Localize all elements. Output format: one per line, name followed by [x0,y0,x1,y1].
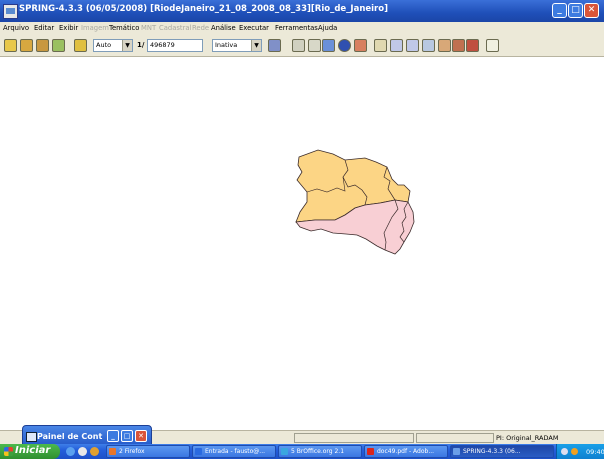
menu-mnt[interactable]: MNT [141,24,156,32]
media-icon[interactable] [90,447,99,456]
menu-ajuda[interactable]: Ajuda [318,24,337,32]
state-select-value: Inativa [215,41,238,49]
taskbar-mail[interactable]: Entrada - fausto@... [192,445,276,458]
ie-icon[interactable] [66,447,75,456]
toolbar: Auto ▼ 1/ 496879 Inativa ▼ [0,36,604,57]
view-toggle-icon[interactable] [292,39,305,52]
pi-status-label: PI: Original_RADAM [496,434,559,442]
maximize-button[interactable]: □ [568,3,583,18]
taskbar: Iniciar 2 Firefox Entrada - fausto@... 5… [0,444,604,459]
pan-icon[interactable] [322,39,335,52]
menu-cadastral[interactable]: Cadastral [159,24,191,32]
taskbar-firefox[interactable]: 2 Firefox [106,445,190,458]
close-button[interactable]: ✕ [584,3,599,18]
menu-imagem[interactable]: Imagem [81,24,109,32]
pencil-icon[interactable] [438,39,451,52]
info-icon[interactable] [338,39,351,52]
network-icon[interactable] [561,448,568,455]
chevron-down-icon: ▼ [251,40,261,51]
map-canvas[interactable] [0,57,604,430]
firefox-icon [109,448,116,455]
edit-icon[interactable] [406,39,419,52]
mail-icon [195,448,202,455]
window-title-bar[interactable]: SPRING-4.3.3 (06/05/2008) [RiodeJaneiro_… [0,0,604,22]
menu-editar[interactable]: Editar [34,24,54,32]
plane-icon[interactable] [52,39,65,52]
taskbar-spring[interactable]: SPRING-4.3.3 (06... [450,445,554,458]
spring-app-icon [3,4,18,19]
database-icon[interactable] [4,39,17,52]
display-icon[interactable] [74,39,87,52]
measure-icon[interactable] [390,39,403,52]
menu-arquivo[interactable]: Arquivo [3,24,29,32]
start-button[interactable]: Iniciar [0,444,60,459]
scale-input[interactable]: 496879 [147,39,203,52]
office-icon [281,448,288,455]
window-icon [26,432,37,442]
security-icon[interactable] [571,448,578,455]
pdf-icon [367,448,374,455]
window-title: SPRING-4.3.3 (06/05/2008) [RiodeJaneiro_… [19,4,388,14]
minimize-button[interactable]: _ [552,3,567,18]
maximize-button[interactable]: □ [121,430,133,442]
menu-tematico[interactable]: Temático [109,24,139,32]
draw-line-icon[interactable] [374,39,387,52]
zoom-mode-value: Auto [96,41,112,49]
zoom-mode-select[interactable]: Auto ▼ [93,39,133,52]
menu-exibir[interactable]: Exibir [59,24,78,32]
project-icon[interactable] [20,39,33,52]
taskbar-adobe[interactable]: doc49.pdf - Adob... [364,445,448,458]
panel-icon[interactable] [268,39,281,52]
status-field [294,433,414,443]
taskbar-mail-label: Entrada - fausto@... [205,448,266,455]
taskbar-spring-label: SPRING-4.3.3 (06... [463,448,521,455]
scale-prefix: 1/ [137,41,145,49]
desktop-icon[interactable] [78,447,87,456]
menu-executar[interactable]: Executar [239,24,269,32]
taskbar-broffice[interactable]: 5 BrOffice.org 2.1 [278,445,362,458]
menu-analise[interactable]: Análise [211,24,236,32]
clock: 09:40 [586,448,604,456]
hand-icon[interactable] [466,39,479,52]
taskbar-broffice-label: 5 BrOffice.org 2.1 [291,448,345,455]
close-button[interactable]: ✕ [135,430,147,442]
start-label: Iniciar [15,445,51,456]
state-select[interactable]: Inativa ▼ [212,39,262,52]
pencil-erase-icon[interactable] [354,39,367,52]
map-svg [295,149,415,255]
menu-ferramentas[interactable]: Ferramentas [275,24,318,32]
arrows-icon[interactable] [452,39,465,52]
help-icon[interactable] [486,39,499,52]
taskbar-adobe-label: doc49.pdf - Adob... [377,448,435,455]
windows-logo-icon [4,447,13,456]
system-tray: 09:40 [556,444,604,459]
spring-icon [453,448,460,455]
menu-bar: Arquivo Editar Exibir Imagem Temático MN… [0,22,604,36]
taskbar-firefox-label: 2 Firefox [119,448,145,455]
menu-rede[interactable]: Rede [192,24,209,32]
category-icon[interactable] [36,39,49,52]
status-field [416,433,494,443]
rotate-icon[interactable] [422,39,435,52]
chevron-down-icon: ▼ [122,40,132,51]
minimized-window-title: Painel de Cont [37,432,103,441]
minimize-button[interactable]: _ [107,430,119,442]
cursor-cross-icon[interactable] [308,39,321,52]
